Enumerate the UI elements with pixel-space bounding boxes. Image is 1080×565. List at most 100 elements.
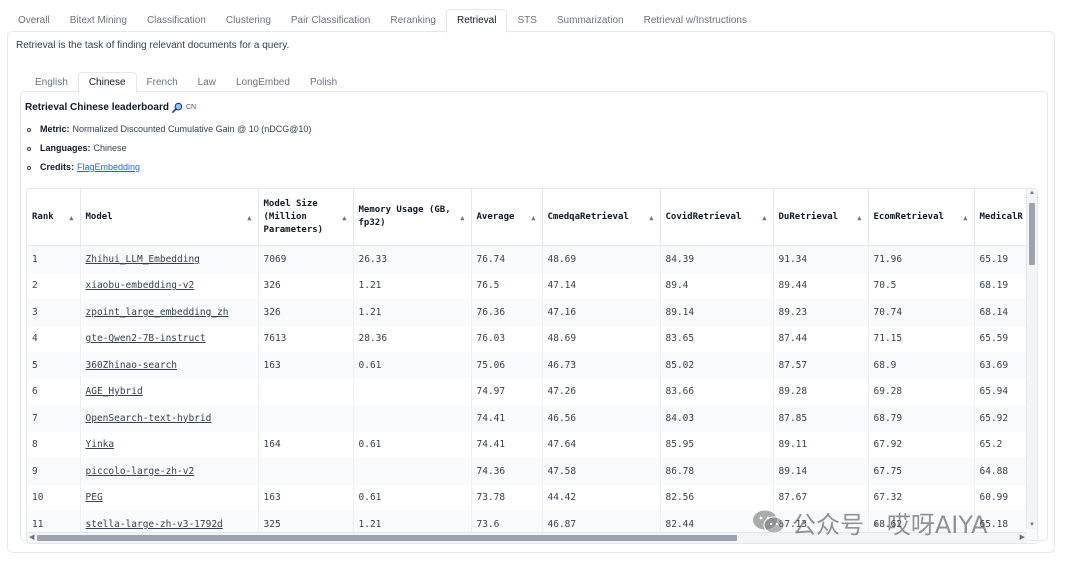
horizontal-scroll-thumb[interactable] <box>37 535 737 541</box>
table-cell: 26.33 <box>353 245 472 273</box>
sort-icon[interactable]: ▲ <box>247 212 251 225</box>
column-header[interactable]: CmedqaRetrieval ▲ <box>542 189 661 246</box>
table-cell: 0.61 <box>353 431 472 458</box>
column-header[interactable]: EcomRetrieval ▲ <box>868 189 975 246</box>
top-tab-bar: Overall Bitext Mining Classification Cluste… <box>8 8 757 33</box>
leaderboard-info: Metric: Normalized Discounted Cumulative… <box>25 120 311 177</box>
column-header[interactable]: Average ▲ <box>471 189 543 246</box>
table-row: 4 gte-Qwen2-7B-instruct 7613 28.36 76.03 48.6… <box>27 325 1037 352</box>
subtab-french[interactable]: French <box>137 73 188 93</box>
model-link[interactable]: 360Zhinao-search <box>80 352 259 379</box>
sort-icon[interactable]: ▲ <box>69 212 73 225</box>
table-cell: 46.73 <box>542 352 661 379</box>
subtab-english[interactable]: English <box>25 73 78 93</box>
tab-sts[interactable]: STS <box>507 10 546 32</box>
table-cell <box>258 405 354 432</box>
table-cell <box>258 458 354 485</box>
column-header[interactable]: Rank ▲ <box>27 189 81 246</box>
credits-item: Credits: FlagEmbedding <box>25 158 311 177</box>
model-link[interactable]: zpoint_large_embedding_zh <box>80 299 259 326</box>
table-row: 8 Yinka 164 0.61 74.41 47.64 85.95 89.11 67.92 65… <box>27 431 1037 458</box>
table-cell: 85.95 <box>660 431 774 458</box>
table-cell: 67.92 <box>868 431 975 458</box>
table-row: 5 360Zhinao-search 163 0.61 75.06 46.73 85.02 8… <box>27 352 1037 379</box>
model-link[interactable]: Zhihui_LLM_Embedding <box>80 245 259 273</box>
column-header-label: Average <box>476 211 515 222</box>
sort-icon[interactable]: ▲ <box>460 212 464 225</box>
table-cell: 91.34 <box>773 245 869 273</box>
scroll-right-icon[interactable]: ▶ <box>1020 533 1025 543</box>
table-cell: 89.4 <box>660 272 774 299</box>
table-cell: 85.02 <box>660 352 774 379</box>
bullet-icon <box>27 127 31 132</box>
table-cell <box>353 458 472 485</box>
table-cell: 87.85 <box>773 405 869 432</box>
language-tag: CN <box>185 104 197 111</box>
table-cell: 75.06 <box>471 352 543 379</box>
leaderboard-title-text: Retrieval Chinese leaderboard <box>25 102 169 113</box>
table-cell: 89.14 <box>773 458 869 485</box>
vertical-scrollbar[interactable]: ▲ ▼ <box>1026 189 1037 529</box>
leaderboard-title: Retrieval Chinese leaderboard CN <box>25 102 196 113</box>
column-header[interactable]: Model Size (Million Parameters) ▲ <box>258 189 354 246</box>
scroll-down-icon[interactable]: ▼ <box>1029 522 1035 528</box>
subtab-chinese[interactable]: Chinese <box>77 72 137 94</box>
column-header-label: Model Size (Million Parameters) <box>263 198 324 235</box>
table-cell: 1 <box>27 245 81 273</box>
column-header-label: MedicalR <box>979 211 1023 222</box>
tab-bitext-mining[interactable]: Bitext Mining <box>60 10 137 32</box>
model-link[interactable]: xiaobu-embedding-v2 <box>80 272 259 299</box>
table-row: 2 xiaobu-embedding-v2 326 1.21 76.5 47.14 89.4… <box>27 272 1037 299</box>
scroll-up-icon[interactable]: ▲ <box>1029 190 1035 196</box>
languages-label: Languages: <box>40 143 91 153</box>
table-row: 9 piccolo-large-zh-v2 74.36 47.58 86.78 89.14… <box>27 458 1037 485</box>
column-header-label: DuRetrieval <box>778 211 839 222</box>
tab-clustering[interactable]: Clustering <box>216 10 281 32</box>
model-link[interactable]: piccolo-large-zh-v2 <box>80 458 259 485</box>
tab-summarization[interactable]: Summarization <box>547 10 634 32</box>
column-header-label: Memory Usage (GB, fp32) <box>358 205 451 228</box>
subtab-polish[interactable]: Polish <box>300 73 347 93</box>
vertical-scroll-thumb[interactable] <box>1029 203 1035 265</box>
table-cell: 10 <box>27 484 81 511</box>
model-link[interactable]: gte-Qwen2-7B-instruct <box>80 325 259 352</box>
model-link[interactable]: AGE_Hybrid <box>80 378 259 405</box>
tab-pair-classification[interactable]: Pair Classification <box>281 10 380 32</box>
sort-icon[interactable]: ▲ <box>649 212 653 225</box>
sort-icon[interactable]: ▲ <box>963 212 967 225</box>
table-cell: 76.36 <box>471 299 543 326</box>
model-link[interactable]: OpenSearch-text-hybrid <box>80 405 259 432</box>
subtab-longembed[interactable]: LongEmbed <box>226 73 300 93</box>
sort-icon[interactable]: ▲ <box>531 212 535 225</box>
tab-overall[interactable]: Overall <box>8 10 60 32</box>
column-header[interactable]: CovidRetrieval ▲ <box>660 189 774 246</box>
table-cell: 48.69 <box>542 245 661 273</box>
column-header[interactable]: Memory Usage (GB, fp32) ▲ <box>353 189 472 246</box>
table-cell: 46.56 <box>542 405 661 432</box>
tab-retrieval[interactable]: Retrieval <box>445 9 508 33</box>
tab-retrieval-w-instructions[interactable]: Retrieval w/Instructions <box>634 10 757 32</box>
table-cell <box>258 378 354 405</box>
sort-icon[interactable]: ▲ <box>762 212 766 225</box>
table-row: 3 zpoint_large_embedding_zh 326 1.21 76.36 47… <box>27 299 1037 326</box>
table-cell: 164 <box>258 431 354 458</box>
model-link[interactable]: Yinka <box>80 431 259 458</box>
table-cell: 326 <box>258 299 354 326</box>
subtab-law[interactable]: Law <box>188 73 226 93</box>
sort-icon[interactable]: ▲ <box>342 212 346 225</box>
model-link[interactable]: PEG <box>80 484 259 511</box>
column-header[interactable]: Model ▲ <box>80 189 259 246</box>
column-header[interactable]: DuRetrieval ▲ <box>773 189 869 246</box>
table-cell: 76.5 <box>471 272 543 299</box>
chinese-panel: Retrieval Chinese leaderboard CN Metric:… <box>20 91 1048 544</box>
table-cell: 70.74 <box>868 299 975 326</box>
table-row: 6 AGE_Hybrid 74.97 47.26 83.66 89.28 69.28 65.9… <box>27 378 1037 405</box>
column-header-label: Model <box>85 211 113 222</box>
tab-classification[interactable]: Classification <box>137 10 216 32</box>
table-cell: 89.11 <box>773 431 869 458</box>
table-cell: 83.66 <box>660 378 774 405</box>
sort-icon[interactable]: ▲ <box>857 212 861 225</box>
credits-link[interactable]: FlagEmbedding <box>77 158 140 177</box>
tab-reranking[interactable]: Reranking <box>380 10 446 32</box>
scroll-left-icon[interactable]: ◀ <box>29 533 34 543</box>
